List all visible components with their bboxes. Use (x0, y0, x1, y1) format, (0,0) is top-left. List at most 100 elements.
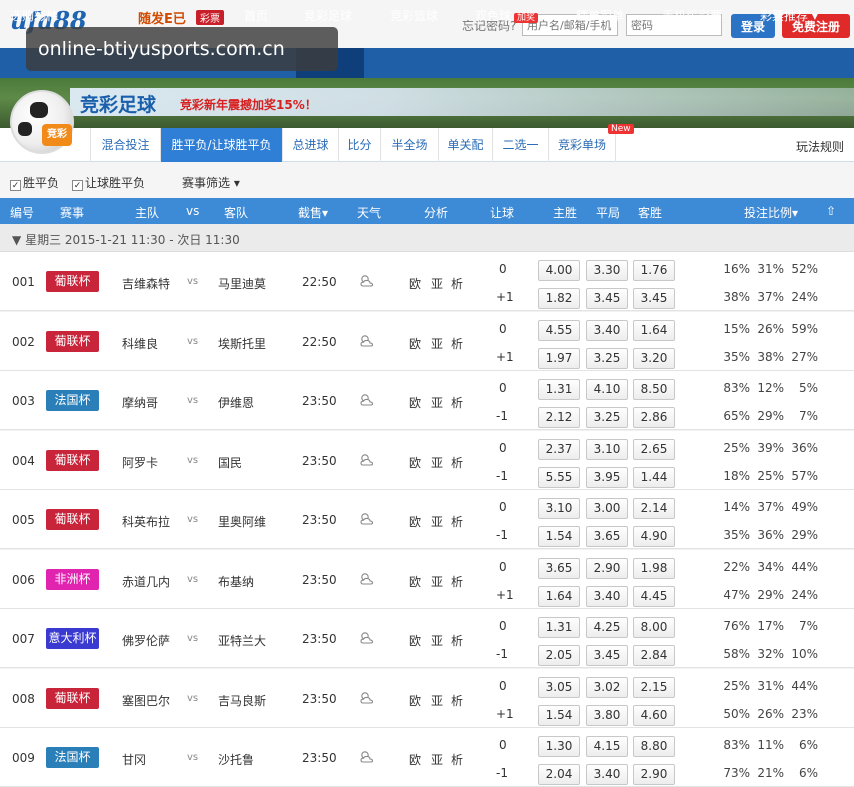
odds-button[interactable]: 4.60 (633, 705, 675, 726)
odds-button[interactable]: 3.25 (586, 407, 628, 428)
league-badge[interactable]: 葡联杯 (46, 688, 99, 709)
odds-button[interactable]: 2.12 (538, 407, 580, 428)
home-team[interactable]: 赤道几内 (122, 573, 170, 590)
away-team[interactable]: 沙托鲁 (218, 751, 254, 768)
home-team[interactable]: 甘冈 (122, 751, 146, 768)
odds-button[interactable]: 8.00 (633, 617, 675, 638)
odds-button[interactable]: 3.30 (586, 260, 628, 281)
odds-button[interactable]: 3.65 (538, 558, 580, 579)
europe-odds-link[interactable]: 欧 (409, 632, 421, 649)
home-team[interactable]: 吉维森特 (122, 275, 170, 292)
home-team[interactable]: 摩纳哥 (122, 394, 158, 411)
odds-button[interactable]: 1.64 (538, 586, 580, 607)
nav-item-lottery-types[interactable]: 选购彩种 (10, 7, 58, 24)
asia-odds-link[interactable]: 亚 (431, 454, 443, 471)
analysis-link[interactable]: 析 (451, 394, 463, 411)
tab-spf-rqspf[interactable]: 胜平负/让球胜平负 (160, 128, 282, 162)
league-badge[interactable]: 葡联杯 (46, 331, 99, 352)
tab-half-full[interactable]: 半全场 (380, 128, 438, 162)
analysis-link[interactable]: 析 (451, 454, 463, 471)
home-team[interactable]: 阿罗卡 (122, 454, 158, 471)
home-team[interactable]: 科维良 (122, 335, 158, 352)
col-deadline[interactable]: 截售▾ (298, 204, 328, 221)
home-team[interactable]: 佛罗伦萨 (122, 632, 170, 649)
europe-odds-link[interactable]: 欧 (409, 275, 421, 292)
odds-button[interactable]: 3.10 (586, 439, 628, 460)
europe-odds-link[interactable]: 欧 (409, 751, 421, 768)
europe-odds-link[interactable]: 欧 (409, 394, 421, 411)
home-team[interactable]: 科英布拉 (122, 513, 170, 530)
league-badge[interactable]: 意大利杯 (46, 628, 99, 649)
odds-button[interactable]: 4.45 (633, 586, 675, 607)
away-team[interactable]: 亚特兰大 (218, 632, 266, 649)
odds-button[interactable]: 1.54 (538, 705, 580, 726)
odds-button[interactable]: 4.10 (586, 379, 628, 400)
nav-item-recommend[interactable]: 彩票推荐 ▾ (760, 7, 818, 24)
odds-button[interactable]: 1.30 (538, 736, 580, 757)
league-badge[interactable]: 葡联杯 (46, 509, 99, 530)
away-team[interactable]: 国民 (218, 454, 242, 471)
odds-button[interactable]: 3.45 (586, 645, 628, 666)
tab-score[interactable]: 比分 (338, 128, 380, 162)
odds-button[interactable]: 8.80 (633, 736, 675, 757)
odds-button[interactable]: 2.15 (633, 677, 675, 698)
odds-button[interactable]: 2.86 (633, 407, 675, 428)
odds-button[interactable]: 2.14 (633, 498, 675, 519)
away-team[interactable]: 马里迪莫 (218, 275, 266, 292)
asia-odds-link[interactable]: 亚 (431, 692, 443, 709)
analysis-link[interactable]: 析 (451, 573, 463, 590)
spf-checkbox[interactable]: ✓ 胜平负 (10, 174, 59, 191)
odds-button[interactable]: 2.04 (538, 764, 580, 785)
nav-item-share-follow[interactable]: 晒单跟单 (576, 7, 624, 24)
analysis-link[interactable]: 析 (451, 751, 463, 768)
europe-odds-link[interactable]: 欧 (409, 692, 421, 709)
odds-button[interactable]: 1.54 (538, 526, 580, 547)
odds-button[interactable]: 2.65 (633, 439, 675, 460)
odds-button[interactable]: 1.31 (538, 617, 580, 638)
odds-button[interactable]: 4.90 (633, 526, 675, 547)
scroll-top-icon[interactable]: ⇧ (826, 204, 836, 218)
odds-button[interactable]: 3.45 (633, 288, 675, 309)
odds-button[interactable]: 2.37 (538, 439, 580, 460)
nav-item-home[interactable]: 首页 (244, 7, 268, 24)
league-filter-dropdown[interactable]: 赛事筛选 ▾ (182, 174, 240, 191)
home-team[interactable]: 塞图巴尔 (122, 692, 170, 709)
tab-two-choice[interactable]: 二选一 (492, 128, 548, 162)
odds-button[interactable]: 4.25 (586, 617, 628, 638)
asia-odds-link[interactable]: 亚 (431, 751, 443, 768)
league-badge[interactable]: 非洲杯 (46, 569, 99, 590)
odds-button[interactable]: 3.45 (586, 288, 628, 309)
odds-button[interactable]: 3.95 (586, 467, 628, 488)
analysis-link[interactable]: 析 (451, 632, 463, 649)
tab-jc-single[interactable]: 竞彩单场 (548, 128, 616, 162)
analysis-link[interactable]: 析 (451, 513, 463, 530)
nav-item-jc-basketball[interactable]: 竞彩篮球 (390, 7, 438, 24)
odds-button[interactable]: 1.82 (538, 288, 580, 309)
odds-button[interactable]: 1.98 (633, 558, 675, 579)
odds-button[interactable]: 3.80 (586, 705, 628, 726)
asia-odds-link[interactable]: 亚 (431, 513, 443, 530)
odds-button[interactable]: 1.31 (538, 379, 580, 400)
odds-button[interactable]: 3.40 (586, 764, 628, 785)
league-badge[interactable]: 葡联杯 (46, 450, 99, 471)
analysis-link[interactable]: 析 (451, 275, 463, 292)
away-team[interactable]: 吉马良斯 (218, 692, 266, 709)
odds-button[interactable]: 2.84 (633, 645, 675, 666)
odds-button[interactable]: 3.65 (586, 526, 628, 547)
tab-total-goals[interactable]: 总进球 (282, 128, 338, 162)
odds-button[interactable]: 3.20 (633, 348, 675, 369)
odds-button[interactable]: 3.40 (586, 320, 628, 341)
odds-button[interactable]: 2.90 (633, 764, 675, 785)
odds-button[interactable]: 1.64 (633, 320, 675, 341)
away-team[interactable]: 埃斯托里 (218, 335, 266, 352)
col-ratio[interactable]: 投注比例▾ (744, 204, 798, 221)
away-team[interactable]: 里奥阿维 (218, 513, 266, 530)
rqspf-checkbox[interactable]: ✓ 让球胜平负 (72, 174, 145, 191)
asia-odds-link[interactable]: 亚 (431, 632, 443, 649)
league-badge[interactable]: 法国杯 (46, 390, 99, 411)
asia-odds-link[interactable]: 亚 (431, 335, 443, 352)
odds-button[interactable]: 3.02 (586, 677, 628, 698)
tab-mixed[interactable]: 混合投注 (90, 128, 160, 162)
odds-button[interactable]: 2.05 (538, 645, 580, 666)
odds-button[interactable]: 1.97 (538, 348, 580, 369)
